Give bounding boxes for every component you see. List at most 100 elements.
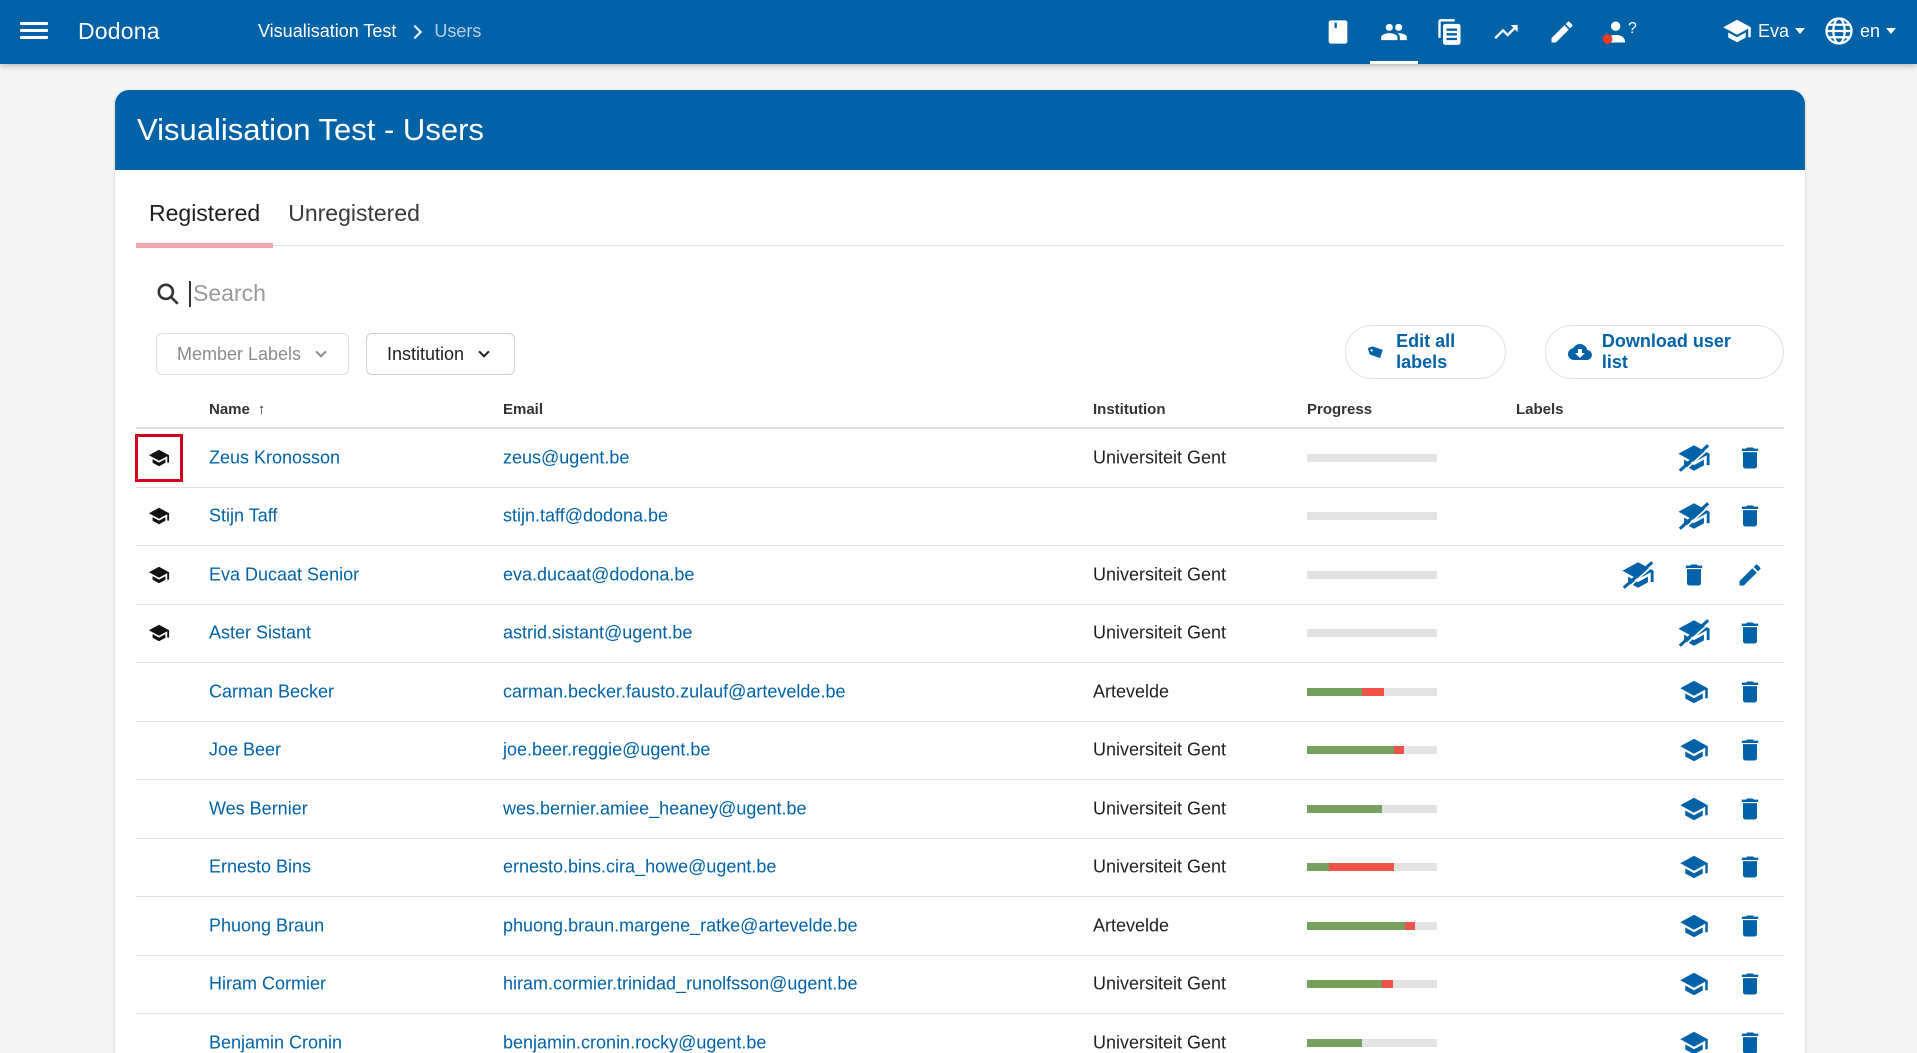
nav-questions[interactable]: ? [1590, 0, 1646, 64]
table-row: Eva Ducaat Senior eva.ducaat@dodona.be Uni… [136, 546, 1784, 605]
user-email-link[interactable]: hiram.cormier.trinidad_runolfsson@ugent.… [503, 974, 857, 995]
institution-filter[interactable]: Institution [366, 333, 515, 375]
graduation-cap-icon [1723, 19, 1751, 43]
search-input[interactable] [193, 280, 693, 307]
search-bar [155, 280, 693, 307]
user-name-link[interactable]: Ernesto Bins [209, 857, 311, 878]
trash-icon [1741, 622, 1759, 644]
delete-user-button[interactable] [1732, 615, 1768, 651]
language-dropdown[interactable]: en [1824, 16, 1897, 46]
edit-all-labels-label: Edit all labels [1396, 331, 1456, 372]
make-staff-button[interactable] [1676, 908, 1712, 944]
user-email-link[interactable]: joe.beer.reggie@ugent.be [503, 740, 710, 761]
table-row: Zeus Kronosson zeus@ugent.be Universiteit … [135, 429, 1784, 488]
progress-correct-fill [1307, 687, 1362, 696]
user-email-link[interactable]: zeus@ugent.be [503, 447, 629, 468]
user-institution: Artevelde [1093, 915, 1170, 936]
hamburger-menu-icon[interactable] [20, 18, 48, 46]
graduation-cap-icon [148, 566, 170, 583]
brand-logo[interactable]: Dodona [78, 18, 160, 45]
edit-user-button[interactable] [1732, 557, 1768, 593]
user-name-link[interactable]: Hiram Cormier [209, 974, 326, 995]
make-staff-button[interactable] [1676, 966, 1712, 1002]
user-institution: Universiteit Gent [1093, 622, 1227, 643]
graduation-cap-off-icon [1678, 619, 1711, 649]
delete-user-button[interactable] [1732, 440, 1768, 476]
user-email-link[interactable]: phuong.braun.margene_ratke@artevelde.be [503, 915, 858, 936]
user-email-link[interactable]: wes.bernier.amiee_heaney@ugent.be [503, 798, 806, 819]
delete-user-button[interactable] [1732, 1025, 1768, 1053]
user-dropdown[interactable]: Eva [1722, 16, 1806, 46]
nav-users[interactable] [1366, 0, 1422, 64]
users-table: Name ↑ Email Institution Progress Labels… [135, 389, 1784, 1053]
make-staff-button[interactable] [1676, 732, 1712, 768]
nav-edit[interactable] [1534, 0, 1590, 64]
user-institution: Universiteit Gent [1093, 856, 1227, 877]
user-email-link[interactable]: eva.ducaat@dodona.be [503, 564, 694, 585]
delete-user-button[interactable] [1732, 849, 1768, 885]
column-header-name[interactable]: Name ↑ [209, 401, 265, 418]
trend-icon [1494, 25, 1518, 39]
make-staff-button[interactable] [1676, 849, 1712, 885]
user-name-link[interactable]: Eva Ducaat Senior [209, 564, 359, 585]
tab-registered[interactable]: Registered [136, 196, 274, 248]
user-email-link[interactable]: carman.becker.fausto.zulauf@artevelde.be [503, 681, 845, 702]
edit-all-labels-button[interactable]: Edit all labels [1345, 325, 1506, 379]
download-user-list-label: Download user list [1601, 331, 1731, 372]
delete-user-button[interactable] [1732, 966, 1768, 1002]
user-name-link[interactable]: Benjamin Cronin [209, 1032, 342, 1053]
column-header-name-label: Name [209, 401, 250, 418]
nav-course[interactable] [1310, 0, 1366, 64]
delete-user-button[interactable] [1732, 732, 1768, 768]
delete-user-button[interactable] [1732, 498, 1768, 534]
download-user-list-button[interactable]: Download user list [1545, 325, 1784, 379]
breadcrumb-course[interactable]: Visualisation Test [258, 21, 396, 42]
nav-statistics[interactable] [1478, 0, 1534, 64]
cloud-download-icon [1568, 344, 1592, 360]
remove-staff-button[interactable] [1676, 498, 1712, 534]
user-name-link[interactable]: Zeus Kronosson [209, 447, 340, 468]
progress-correct-fill [1307, 746, 1395, 755]
trash-icon [1741, 681, 1759, 703]
remove-staff-button[interactable] [1676, 615, 1712, 651]
user-name-link[interactable]: Phuong Braun [209, 915, 324, 936]
user-name-link[interactable]: Wes Bernier [209, 798, 308, 819]
breadcrumb: Visualisation Test Users [258, 21, 481, 42]
progress-bar [1307, 980, 1437, 989]
users-card: Visualisation Test - Users Registered Un… [115, 90, 1805, 1053]
table-row: Stijn Taff stijn.taff@dodona.be [136, 488, 1784, 546]
trash-icon [1685, 564, 1703, 586]
user-institution: Universiteit Gent [1093, 447, 1227, 468]
delete-user-button[interactable] [1676, 557, 1712, 593]
trash-icon [1741, 1032, 1759, 1053]
user-email-link[interactable]: ernesto.bins.cira_howe@ugent.be [503, 857, 776, 878]
tab-unregistered[interactable]: Unregistered [275, 196, 433, 246]
user-name-link[interactable]: Carman Becker [209, 681, 334, 702]
user-email-link[interactable]: stijn.taff@dodona.be [503, 506, 668, 527]
chevron-down-icon [478, 345, 490, 358]
delete-user-button[interactable] [1732, 674, 1768, 710]
make-staff-button[interactable] [1676, 1025, 1712, 1053]
nav-submissions[interactable] [1422, 0, 1478, 64]
user-institution: Universiteit Gent [1093, 1032, 1227, 1053]
user-name-link[interactable]: Stijn Taff [209, 506, 277, 527]
column-header-labels: Labels [1516, 401, 1564, 418]
delete-user-button[interactable] [1732, 791, 1768, 827]
member-labels-filter[interactable]: Member Labels [156, 333, 349, 375]
sort-arrow-up-icon: ↑ [257, 401, 266, 418]
table-row: Carman Becker carman.becker.fausto.zulauf… [136, 663, 1784, 722]
graduation-cap-icon [148, 449, 170, 466]
make-staff-button[interactable] [1676, 791, 1712, 827]
user-name-link[interactable]: Joe Beer [209, 740, 281, 761]
progress-wrong-fill [1394, 746, 1405, 755]
chevron-right-icon [408, 24, 423, 39]
delete-user-button[interactable] [1732, 908, 1768, 944]
user-email-link[interactable]: benjamin.cronin.rocky@ugent.be [503, 1032, 766, 1053]
remove-staff-button[interactable] [1676, 440, 1712, 476]
progress-bar [1307, 746, 1437, 755]
user-name-link[interactable]: Aster Sistant [209, 623, 311, 644]
graduation-cap-icon [1680, 1031, 1708, 1053]
user-email-link[interactable]: astrid.sistant@ugent.be [503, 623, 692, 644]
make-staff-button[interactable] [1676, 674, 1712, 710]
remove-staff-button[interactable] [1620, 557, 1656, 593]
